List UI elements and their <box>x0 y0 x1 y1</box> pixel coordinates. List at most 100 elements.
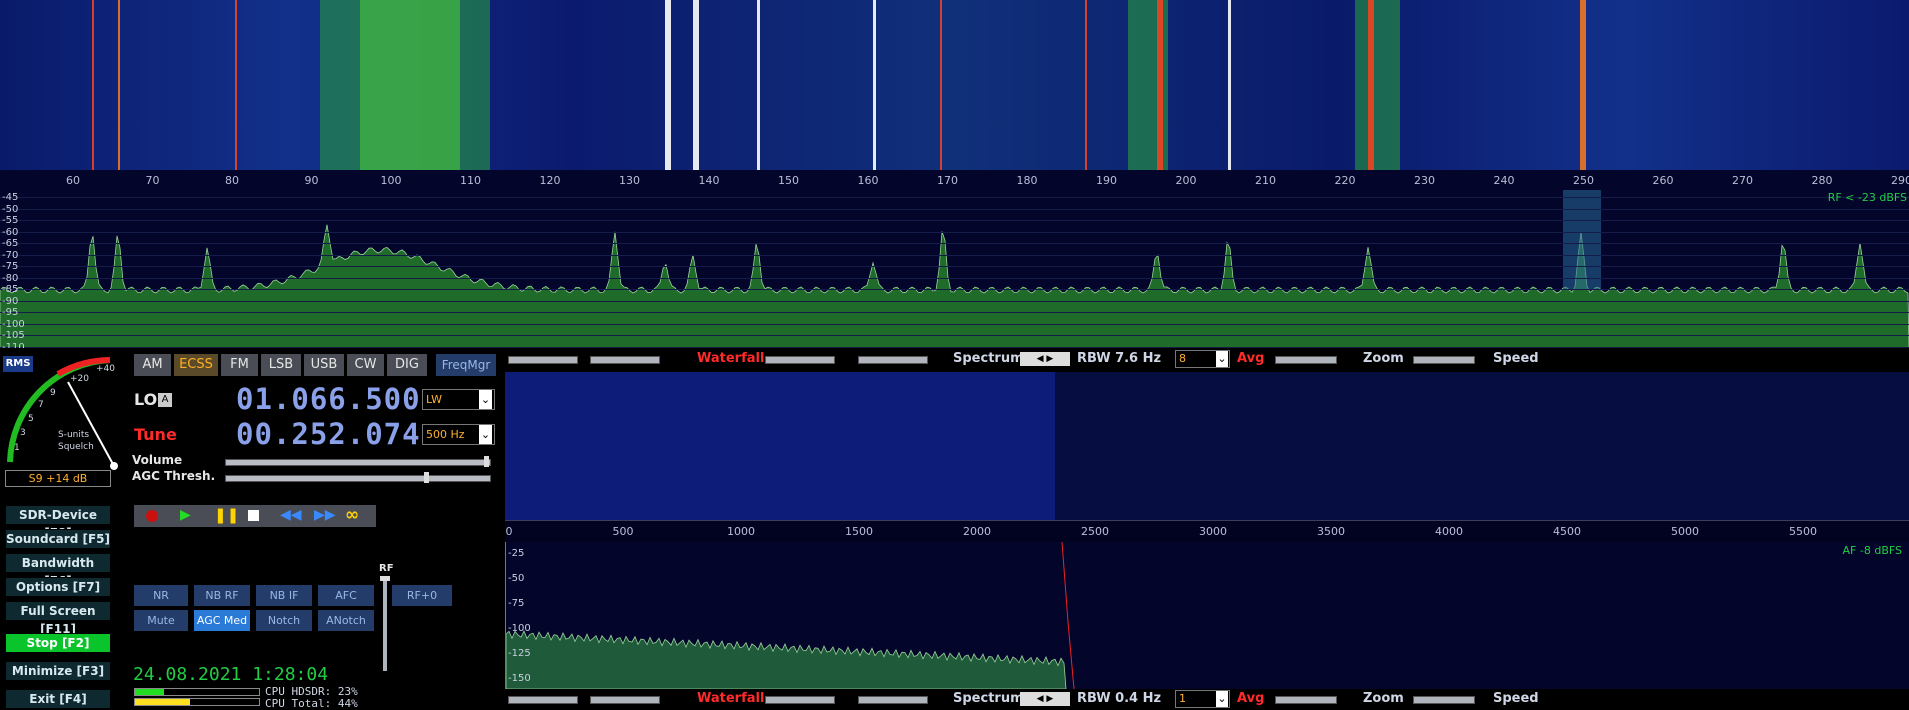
afc-button[interactable]: AFC <box>318 585 374 606</box>
af-level-indicator: AF -8 dBFS <box>1842 544 1902 557</box>
agc-med-button[interactable]: AGC Med <box>194 610 250 631</box>
stop-button[interactable]: Stop [F2] <box>5 633 111 653</box>
af-frequency-scale[interactable]: 0 500 1000 1500 2000 2500 3000 3500 4000 4500 5000… <box>505 520 1909 543</box>
bandwidth-select[interactable]: 500 Hz ⌄ <box>422 424 495 445</box>
spectrum-slider-2[interactable] <box>858 356 928 364</box>
waterfall-signal <box>1368 0 1374 170</box>
volume-slider[interactable] <box>225 459 491 466</box>
af-waterfall[interactable] <box>505 372 1055 520</box>
nr-button[interactable]: NR <box>134 585 188 606</box>
mode-usb-button[interactable]: USB <box>304 354 344 376</box>
avg-slider[interactable] <box>1275 356 1337 364</box>
af-avg-slider[interactable] <box>1275 696 1337 704</box>
agc-thresh-slider-thumb[interactable] <box>424 472 429 483</box>
rf-gain-button[interactable]: RF+0 <box>392 585 452 606</box>
af-avg-value: 1 <box>1179 692 1186 705</box>
rewind-icon[interactable]: ◀◀ <box>280 507 302 523</box>
options-button[interactable]: Options [F7] <box>5 577 111 597</box>
af-scale-tick: 5500 <box>1789 525 1817 538</box>
loop-icon[interactable]: ∞ <box>345 505 359 525</box>
af-speed-label: Speed <box>1493 691 1539 706</box>
avg-select[interactable]: 8 ⌄ <box>1175 350 1230 368</box>
mode-dig-button[interactable]: DIG <box>387 354 427 376</box>
lo-badge[interactable]: A <box>158 393 172 407</box>
rf-slider-thumb[interactable] <box>380 576 390 581</box>
nb-if-button[interactable]: NB IF <box>256 585 312 606</box>
rf-scale-tick: 240 <box>1493 174 1515 187</box>
mode-fm-button[interactable]: FM <box>221 354 258 376</box>
lo-band-select[interactable]: LW ⌄ <box>422 389 495 410</box>
squelch-label[interactable]: Squelch <box>58 442 94 452</box>
speed-label: Speed <box>1493 351 1539 366</box>
minimize-button[interactable]: Minimize [F3] <box>5 661 111 681</box>
freqmgr-button[interactable]: FreqMgr <box>436 354 496 376</box>
waterfall-slider-2[interactable] <box>590 356 660 364</box>
waterfall-label: Waterfall <box>697 351 765 366</box>
stop-icon[interactable] <box>248 510 259 521</box>
rf-scale-tick: 290 <box>1891 174 1909 187</box>
grid-line <box>0 266 1909 267</box>
af-spectrum-slider-2[interactable] <box>858 696 928 704</box>
waterfall-signal <box>1580 0 1586 170</box>
mode-am-button[interactable]: AM <box>134 354 171 376</box>
tune-frequency[interactable]: 00.252.074 <box>236 417 421 451</box>
grid-line <box>0 346 1909 348</box>
anotch-button[interactable]: ANotch <box>318 610 374 631</box>
pause-icon[interactable]: ❚❚ <box>214 506 239 524</box>
rf-scale-tick: 90 <box>304 174 319 187</box>
grid-line <box>0 243 1909 244</box>
mode-ecss-button[interactable]: ECSS <box>174 354 218 376</box>
tune-marker[interactable] <box>1563 190 1601 290</box>
rf-slider[interactable] <box>383 577 387 671</box>
full-screen-button[interactable]: Full Screen [F11] <box>5 601 111 636</box>
lo-label: LO <box>134 390 158 409</box>
s-scale-1: 1 <box>14 443 20 453</box>
zoom-slider[interactable] <box>1413 356 1475 364</box>
nb-rf-button[interactable]: NB RF <box>194 585 250 606</box>
lo-frequency[interactable]: 01.066.500 <box>236 382 421 416</box>
af-scale-tick: 1500 <box>845 525 873 538</box>
play-icon[interactable]: ▶ <box>180 507 191 523</box>
rf-scale-tick: 120 <box>539 174 561 187</box>
mode-lsb-button[interactable]: LSB <box>261 354 301 376</box>
rf-scale-tick: 150 <box>778 174 799 187</box>
af-waterfall-slider-1[interactable] <box>508 696 578 704</box>
fast-forward-icon[interactable]: ▶▶ <box>314 507 336 523</box>
rf-scale-tick: 80 <box>225 174 239 187</box>
af-rbw-arrows[interactable]: ◀ ▶ <box>1020 692 1070 706</box>
grid-line <box>0 254 1909 256</box>
record-icon[interactable] <box>146 510 158 522</box>
af-scale-tick: 5000 <box>1671 525 1699 538</box>
rf-scale-tick: 70 <box>145 174 160 187</box>
agc-thresh-slider[interactable] <box>225 475 491 482</box>
chevron-down-icon: ⌄ <box>1216 691 1228 707</box>
bandwidth-button[interactable]: Bandwidth [F6] <box>5 553 111 588</box>
exit-button[interactable]: Exit [F4] <box>5 689 111 709</box>
waterfall-slider-1[interactable] <box>508 356 578 364</box>
rbw-arrows[interactable]: ◀ ▶ <box>1020 352 1070 366</box>
mode-cw-button[interactable]: CW <box>347 354 384 376</box>
af-waterfall-slider-2[interactable] <box>590 696 660 704</box>
waterfall-signal <box>1085 0 1087 170</box>
af-avg-select[interactable]: 1 ⌄ <box>1175 690 1230 708</box>
sdr-device-button[interactable]: SDR-Device [F8] <box>5 505 111 540</box>
s-meter-reading: S9 +14 dB <box>5 470 111 487</box>
notch-button[interactable]: Notch <box>256 610 312 631</box>
spectrum-slider-1[interactable] <box>765 356 835 364</box>
rf-scale-tick: 110 <box>460 174 481 187</box>
af-spectrum[interactable]: AF -8 dBFS -25 -50 -75 -100 -125 -150 <box>505 542 1909 689</box>
rf-frequency-scale[interactable]: 60 70 80 90 100 110 120 130 140 150 160 170 180 190 20… <box>0 170 1909 190</box>
cpu-hdsdr-bar <box>134 688 260 696</box>
af-zoom-slider[interactable] <box>1413 696 1475 704</box>
s-scale-7: 7 <box>38 400 44 410</box>
rf-scale-tick: 140 <box>698 174 720 187</box>
soundcard-button[interactable]: Soundcard [F5] <box>5 529 111 549</box>
rf-spectrum[interactable]: -45 -50 -55 -60 -65 -70 -75 -80 -85 -90 -95 -100 -10… <box>0 190 1909 348</box>
rf-waterfall[interactable] <box>0 0 1909 170</box>
volume-slider-thumb[interactable] <box>484 456 489 467</box>
spectrum-control-bar-bottom: Waterfall Spectrum ◀ ▶ RBW 0.4 Hz 1 ⌄ Av… <box>505 690 1909 710</box>
mute-button[interactable]: Mute <box>134 610 188 631</box>
rf-db-label: -70 <box>2 249 19 261</box>
af-scale-tick: 0 <box>505 525 513 538</box>
af-spectrum-slider-1[interactable] <box>765 696 835 704</box>
